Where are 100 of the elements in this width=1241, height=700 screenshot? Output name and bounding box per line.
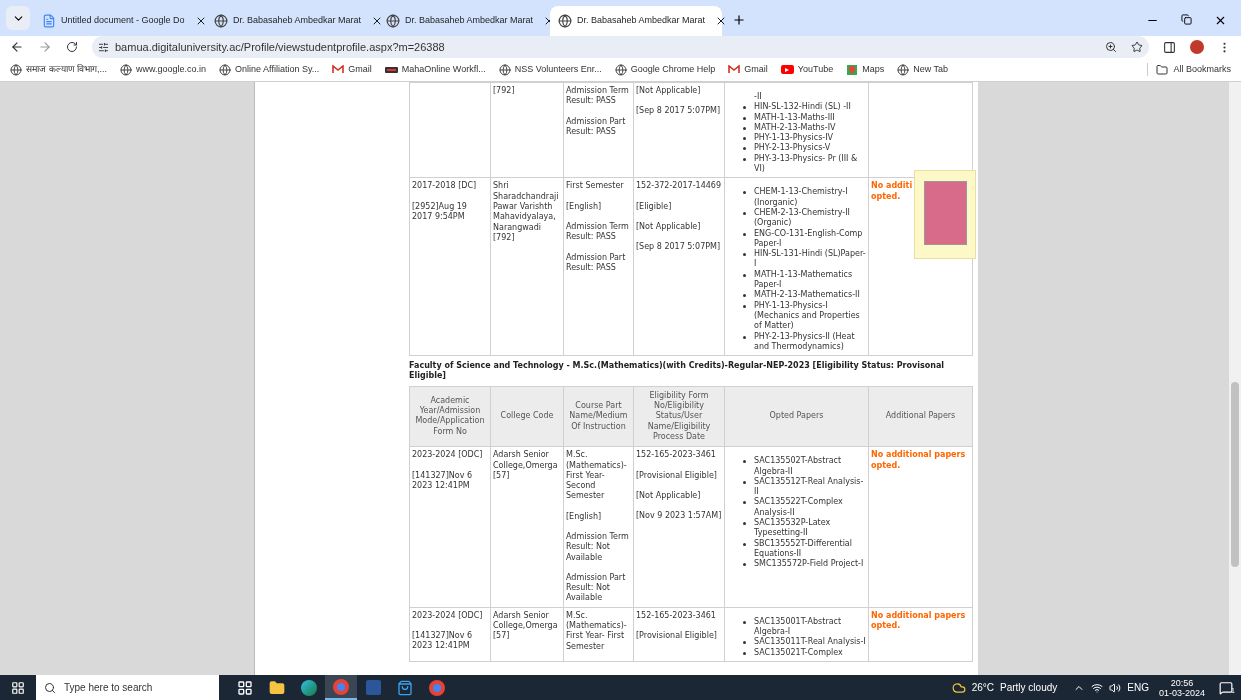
paper-item: SMC135572P-Field Project-I [754,559,864,570]
all-bookmarks-button[interactable]: All Bookmarks [1147,62,1231,77]
folder-icon [1156,63,1169,76]
cell-text: Admission Part Result: Not Available [566,572,627,604]
paper-item: SAC135011T-Real Analysis-I [754,637,866,648]
paper-item: PHY-1-13-Physics-IV [754,133,833,143]
bookmark-link[interactable]: समाज कल्याण विभाग,... [10,62,107,77]
paper-item: MATH-1-13-Mathematics Paper-I [754,269,854,290]
bookmark-link[interactable]: Online Affiliation Sy... [219,62,320,77]
bullet-icon [743,191,746,195]
scrollbar[interactable] [1229,82,1241,675]
url-text: bamua.digitaluniversity.ac/Profile/viewstudentprofile.aspx?m=26388 [115,39,445,55]
paper-item: SAC135512T-Real Analysis-II [754,476,865,497]
column-header: Eligibility Form No/Eligibility Status/User Name/Eligibility Process Date [633,386,725,447]
paper-item: MATH-2-13-Mathematics-II [754,290,860,301]
browser-tab[interactable]: Dr. Babasaheb Ambedkar Marat [550,6,722,36]
zoom-icon[interactable] [1105,41,1117,53]
paper-item: CHEM-2-13-Chemistry-II (Organic) [754,207,851,229]
cell-text: 152-165-2023-3461 [636,450,717,461]
bullet-icon [743,563,746,567]
browser-tab[interactable]: Dr. Babasaheb Ambedkar Marat [206,6,378,36]
mail-icon [332,65,345,74]
cell-text: M.Sc. (Mathematics)- First Year- First Semester [566,610,628,652]
column-header: College Code [490,386,564,447]
cell-text: [Not Applicable] [636,86,702,97]
cell-text: Adarsh Senior College,Omerga [57] [493,610,559,642]
paper-item: CHEM-1-13-Chemistry-I (Inorganic) [754,187,849,208]
language-indicator[interactable]: ENG [1127,680,1149,695]
cell-text: 152-165-2023-3461 [636,610,717,622]
cell-text: 2023-2024 [ODC] [412,610,484,622]
cell-text: First Semester [566,181,625,192]
site-settings-icon[interactable] [98,41,109,53]
browser-icon [333,678,349,695]
folder-icon [269,679,285,696]
cell-text: [792] [493,86,516,97]
back-icon[interactable] [10,40,24,54]
paper-item: HIN-SL-132-Hindi (SL) -II [754,102,851,113]
paper-item: MATH-1-13-Maths-III [754,112,835,123]
notice-text: No additional papers [871,610,967,621]
temperature-text: 26°C [971,681,995,695]
bookmark-star-icon[interactable] [1131,41,1143,53]
cell-text: 2023-2024 [ODC] [412,450,484,461]
address-bar[interactable]: bamua.digitaluniversity.ac/Profile/viewstudentprofile.aspx?m=26388 [92,36,1149,58]
cell-text: [Not Applicable] [636,221,702,233]
cell-text: [English] [566,511,603,522]
play-icon [780,65,794,74]
cell-text: Adarsh Senior College,Omerga [57] [493,450,559,482]
bullet-icon [743,106,746,110]
globe-icon [386,14,400,28]
paper-item: PHY-1-13-Physics-I (Mechanics and Properties of Matter) [754,300,861,332]
forward-icon[interactable] [38,40,52,54]
column-header: Course Part Name/Medium Of Instruction [563,386,634,447]
bookmark-link[interactable]: www.google.co.in [120,62,207,77]
close-icon[interactable] [1214,14,1227,27]
notice-text: opted. [871,621,902,632]
cell-text: Admission Term Result: PASS [566,86,630,107]
bookmark-link[interactable]: Gmail [332,62,372,77]
paper-item: HIN-SL-131-Hindi (SL)Paper-I [754,249,866,270]
bullet-icon [743,126,746,130]
section-heading: Faculty of Science and Technology - M.Sc.(Mathematics)(with Credits)-Regular-NEP-2023 [Eligibility Status: Provisonal Eligible] [409,361,946,382]
clock[interactable]: 20:56 01-03-2024 [1154,677,1209,698]
paper-item: SAC135522T-Complex Analysis-II [754,497,844,518]
logo-icon [384,66,398,73]
bookmark-link[interactable]: YouTube [780,62,834,77]
side-panel-icon[interactable] [1163,40,1176,54]
bookmark-link[interactable]: NSS Volunteers Enr... [498,62,602,77]
network-icon[interactable] [1091,681,1104,694]
weather-text: Partly cloudy [1000,681,1058,695]
mail-icon [728,65,741,74]
globe-icon [498,63,511,76]
bookmark-link[interactable]: MahaOnline Workfl... [384,62,486,77]
reload-icon[interactable] [66,41,78,53]
browser-icon [301,679,317,696]
tab-list-button[interactable] [6,6,30,30]
cell-text: Shri Sharadchandraji Pawar Varishth Mahavidyalaya, Narangwadi [792] [493,181,560,244]
bookmark-link[interactable]: Gmail [728,62,768,77]
browser-tab[interactable]: Dr. Babasaheb Ambedkar Marat [378,6,550,36]
bookmark-link[interactable]: Google Chrome Help [614,62,716,77]
cell-text: Admission Term Result: Not Available [566,532,630,563]
browser-tab[interactable]: Untitled document - Google Do [34,6,206,36]
bookmark-link[interactable]: New Tab [897,62,949,77]
cell-text: [141327]Nov 6 2023 12:41PM [412,470,474,492]
volume-icon[interactable] [1109,681,1122,694]
globe-icon [120,63,132,76]
photo-placeholder [923,181,967,246]
tab-title: Untitled document - Google Do [61,14,185,28]
bullet-icon [743,522,746,525]
restore-icon[interactable] [1181,14,1192,25]
notice-text: No additi [871,181,914,192]
bookmark-link[interactable]: Maps [846,62,885,77]
notice-text: opted. [871,191,902,202]
bullet-icon [743,620,746,624]
paper-item: MATH-2-13-Maths-IV [754,122,836,133]
taskbar-search-field[interactable]: Type here to search [36,675,219,700]
tab-title: Dr. Babasaheb Ambedkar Marat [405,14,534,28]
new-tab-icon[interactable] [732,13,746,27]
bullet-icon [743,641,746,645]
tab-title: Dr. Babasaheb Ambedkar Marat [233,14,362,28]
paper-item: ENG-CO-131-English-Comp Paper-I [754,228,864,249]
cell-text: [Eligible] [636,201,673,212]
